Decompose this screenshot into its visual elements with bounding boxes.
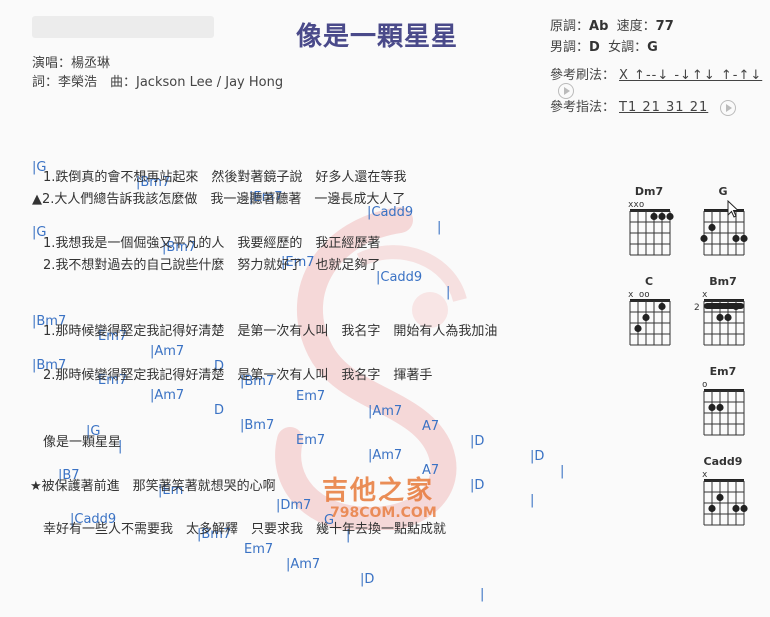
chord-diagram-dm7: Dm7 xxo xyxy=(620,185,678,256)
pick-pattern-row: 參考指法： T1 21 31 21 xyxy=(550,96,737,116)
lyric-line-1: 1.跌倒真的會不想再站起來 然後對著鏡子說 好多人還在等我 xyxy=(43,170,407,185)
chord-line-7: |Cadd9 |Bm7 Em7 |Am7 |D | xyxy=(70,512,485,602)
pick-pattern: T1 21 31 21 xyxy=(619,100,709,115)
svg-text:xxo: xxo xyxy=(628,200,644,210)
lyric-line-7: 像是一顆星星 xyxy=(43,435,122,450)
mouse-cursor-icon xyxy=(727,200,740,218)
play-pick-button[interactable] xyxy=(720,99,737,116)
lyric-line-2: ▲2.大人們總告訴我該怎麼做 我一邊聽著聽著 一邊長成大人了 xyxy=(32,192,406,207)
svg-text:x oo: x oo xyxy=(628,290,650,300)
svg-text:x: x xyxy=(702,290,708,300)
chord-diagram-cadd9: Cadd9 x xyxy=(694,455,752,526)
lyric-line-8: ★被保護著前進 那笑著笑著就想哭的心啊 xyxy=(30,479,276,494)
svg-text:2: 2 xyxy=(694,303,700,313)
lyric-line-9: 幸好有一些人不需要我 太多解釋 只要求我 幾十年去換一點點成就 xyxy=(43,522,447,537)
chord-diagram-c: Cx oo xyxy=(620,275,678,346)
lyric-line-4: 2.我不想對過去的自己說些什麼 努力就好了 也就足夠了 xyxy=(43,258,381,273)
credits: 詞：李榮浩 曲：Jackson Lee / Jay Hong xyxy=(32,75,284,90)
chord-diagram-bm7: Bm7 x 2 xyxy=(694,275,752,346)
lyric-line-3: 1.我想我是一個倔強又平凡的人 我要經歷的 我正經歷著 xyxy=(43,236,381,251)
svg-text:o: o xyxy=(702,380,707,390)
key-tempo-row: 原調：Ab 速度：77 xyxy=(550,19,674,34)
key-row: 男調：D 女調：G xyxy=(550,40,658,55)
lyric-line-5: 1.那時候變得堅定我記得好清楚 是第一次有人叫 我名字 開始有人為我加油 xyxy=(43,324,498,339)
strum-pattern: X ↑--↓ -↓↑↓ ↑-↑↓ xyxy=(619,68,763,83)
watermark-text: 吉他之家 xyxy=(322,476,435,506)
strum-pattern-row: 參考刷法： X ↑--↓ -↓↑↓ ↑-↑↓ xyxy=(550,64,770,99)
lyric-line-6: 2.那時候變得堅定我記得好清楚 是第一次有人叫 我名字 揮著手 xyxy=(43,368,433,383)
chord-diagram-g: G xyxy=(694,185,752,256)
song-title: 像是一顆星星 xyxy=(296,22,459,52)
chord-sheet-page: 吉他之家 798COM.COM 像是一顆星星 演唱：楊丞琳 詞：李榮浩 曲：Ja… xyxy=(0,0,770,602)
chord-diagram-em7: Em7 o xyxy=(694,365,752,436)
svg-text:x: x xyxy=(702,470,708,480)
redacted-header xyxy=(32,16,214,38)
singer: 演唱：楊丞琳 xyxy=(32,56,111,71)
